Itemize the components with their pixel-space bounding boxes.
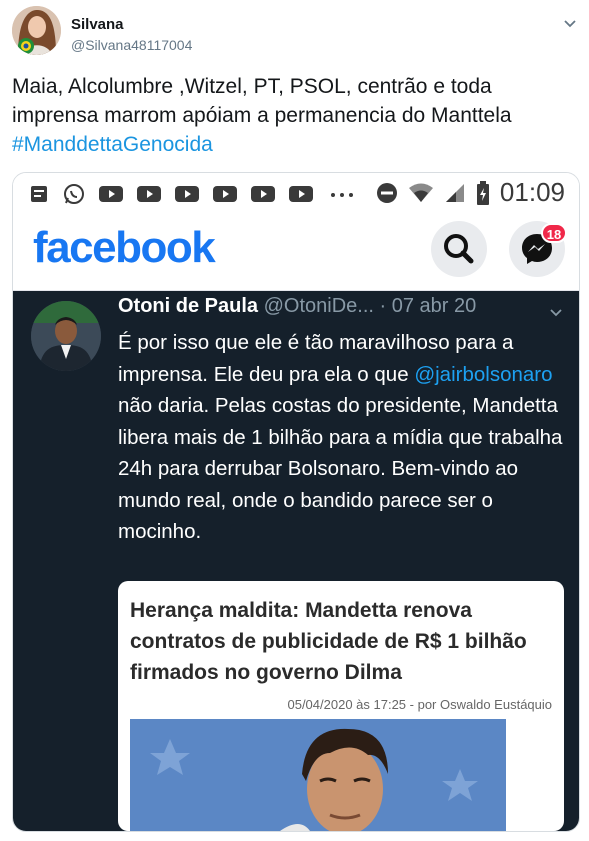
article-meta: 05/04/2020 às 17:25 - por Oswaldo Eustáq…: [287, 697, 552, 712]
youtube-icon: [289, 186, 313, 202]
status-clock: 01:09: [499, 177, 565, 207]
attached-image[interactable]: 01:09 facebook 18 Otoni de Paula @OtoniD…: [12, 172, 580, 832]
inner-tweet-date: · 07 abr 20: [379, 295, 477, 317]
tweet-body: Maia, Alcolumbre ,Witzel, PT, PSOL, cent…: [12, 75, 512, 127]
messenger-badge: 18: [541, 223, 567, 243]
message-icon: [31, 186, 47, 202]
facebook-logo: facebook: [33, 223, 216, 272]
mention-link: @jairbolsonaro: [414, 362, 553, 386]
tweet-text: Maia, Alcolumbre ,Witzel, PT, PSOL, cent…: [12, 72, 577, 159]
more-notifications-icon: [331, 193, 353, 197]
battery-icon: [476, 180, 489, 205]
tweet-card: Silvana @Silvana48117004 Maia, Alcolumbr…: [0, 0, 589, 841]
inner-author-handle: @OtoniDe...: [263, 295, 374, 317]
inner-tweet-text: É por isso que ele é tão maravilhoso par…: [118, 327, 568, 548]
article-title: Herança maldita: Mandetta renova contrat…: [130, 599, 527, 684]
author-name[interactable]: Silvana: [71, 16, 124, 33]
signal-icon: [445, 183, 464, 202]
chevron-down-icon[interactable]: [561, 14, 579, 32]
phone-status-bar: 01:09: [13, 173, 579, 213]
wifi-icon: [408, 183, 433, 202]
inner-author-avatar: [31, 301, 101, 371]
youtube-icon: [213, 186, 237, 202]
inner-author-name: Otoni de Paula: [118, 295, 259, 317]
youtube-icon: [175, 186, 199, 202]
youtube-icon: [137, 186, 161, 202]
inner-tweet-header: Otoni de Paula @OtoniDe... · 07 abr 20: [118, 295, 476, 318]
inner-text-part: não daria. Pelas costas do presidente, M…: [118, 394, 563, 543]
do-not-disturb-icon: [376, 182, 397, 203]
whatsapp-icon: [64, 184, 84, 204]
author-handle[interactable]: @Silvana48117004: [71, 37, 192, 53]
tweet-header: Silvana @Silvana48117004: [12, 6, 589, 56]
article-card: Herança maldita: Mandetta renova contrat…: [118, 581, 564, 831]
search-button: [431, 221, 487, 277]
system-icons: 01:09: [376, 177, 565, 208]
author-avatar[interactable]: [12, 6, 61, 55]
search-icon: [444, 234, 474, 264]
inner-tweet: Otoni de Paula @OtoniDe... · 07 abr 20 É…: [13, 291, 579, 831]
chevron-down-icon: [550, 309, 562, 317]
facebook-header: facebook 18: [13, 213, 579, 291]
messenger-button: 18: [509, 221, 567, 277]
youtube-icon: [99, 186, 123, 202]
article-photo: [130, 719, 506, 831]
youtube-icon: [251, 186, 275, 202]
hashtag-link[interactable]: #ManddettaGenocida: [12, 130, 577, 159]
notification-icons: [29, 183, 357, 205]
